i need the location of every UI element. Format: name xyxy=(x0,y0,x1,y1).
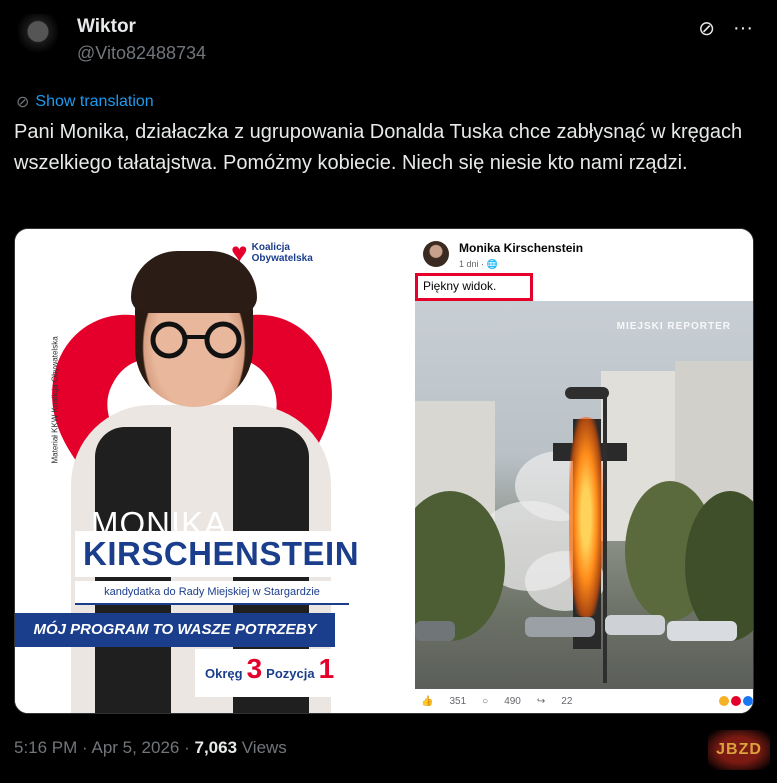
photo-watermark: MIEJSKI REPORTER xyxy=(616,321,731,332)
share-icon: ↪ xyxy=(536,695,546,707)
author-handle[interactable]: @Vito82488734 xyxy=(77,43,206,64)
candidate-hair xyxy=(131,251,257,313)
likes-count: 351 xyxy=(449,695,467,707)
more-icon[interactable]: ··· xyxy=(733,17,753,40)
grok-icon[interactable]: ⊘ xyxy=(698,16,715,41)
timestamp[interactable]: 5:16 PM · Apr 5, 2026 · xyxy=(14,738,194,757)
poster-district: Okręg 3 Pozycja 1 xyxy=(195,649,363,697)
facebook-post[interactable]: Monika Kirschenstein 1 dni · 🌐 Piękny wi… xyxy=(411,229,753,713)
district-number: 3 xyxy=(246,653,263,684)
fb-post-text: Piękny widok. xyxy=(423,279,497,293)
show-translation-label: Show translation xyxy=(35,93,154,110)
campaign-poster[interactable]: Materiał KKW Koalicja Obywatelska ♥ Koal… xyxy=(15,229,363,713)
poster-last-name-box: KIRSCHENSTEIN xyxy=(75,531,359,577)
burning-cross-photo: MIEJSKI REPORTER xyxy=(415,301,753,689)
fb-reactions-bar: 👍 351 ○ 490 ↪ 22 xyxy=(411,689,753,713)
position-label: Pozycja xyxy=(266,666,315,681)
reaction-emojis xyxy=(719,696,753,706)
poster-last-name: KIRSCHENSTEIN xyxy=(83,535,360,572)
district-label: Okręg xyxy=(205,666,243,681)
avatar[interactable] xyxy=(18,14,58,64)
fire-graphic xyxy=(569,417,603,617)
fb-author: Monika Kirschenstein xyxy=(459,241,584,255)
globe-icon: ⊘ xyxy=(16,94,30,111)
views-count: 7,063 xyxy=(194,738,238,757)
poster-subtitle: kandydatka do Rady Miejskiej w Stargardz… xyxy=(75,581,349,605)
like-icon: 👍 xyxy=(421,695,434,707)
ko-logo: ♥ Koalicja Obywatelska xyxy=(231,239,313,267)
show-translation-link[interactable]: ⊘ Show translation xyxy=(16,92,154,112)
tweet-text: Pani Monika, działaczka z ugrupowania Do… xyxy=(14,121,743,174)
comments-count: 490 xyxy=(504,695,521,707)
poster-program: MÓJ PROGRAM TO WASZE POTRZEBY xyxy=(15,613,335,647)
glasses-graphic xyxy=(150,321,242,359)
logo-line2: Obywatelska xyxy=(251,253,313,264)
shares-count: 22 xyxy=(561,695,573,707)
fb-avatar xyxy=(423,241,449,267)
position-number: 1 xyxy=(318,653,335,684)
poster-vertical-text: Materiał KKW Koalicja Obywatelska xyxy=(50,336,60,464)
views-label: Views xyxy=(237,738,287,757)
fb-time: 1 dni · 🌐 xyxy=(459,259,498,269)
logo-line1: Koalicja xyxy=(251,242,290,253)
comment-icon: ○ xyxy=(482,695,489,707)
tweet-actions: ⊘ ··· xyxy=(698,16,753,41)
jbzd-watermark: JBZD xyxy=(708,730,770,770)
tweet-meta: 5:16 PM · Apr 5, 2026 · 7,063 Views xyxy=(14,738,287,758)
author-name[interactable]: Wiktor xyxy=(77,16,136,38)
tweet-media[interactable]: Materiał KKW Koalicja Obywatelska ♥ Koal… xyxy=(14,228,754,714)
